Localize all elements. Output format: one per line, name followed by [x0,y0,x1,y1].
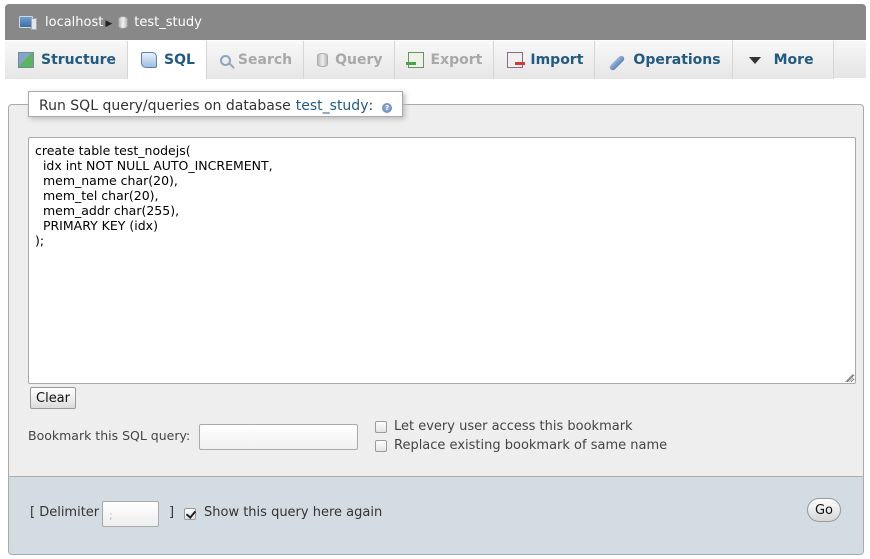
tab-structure[interactable]: Structure [5,41,129,79]
show-again-label: Show this query here again [204,505,383,520]
breadcrumb-separator-icon: ▶ [105,19,113,29]
panel-legend: Run SQL query/queries on database test_s… [28,91,404,117]
server-icon [19,16,37,30]
option-replace-bookmark[interactable]: Replace existing bookmark of same name [375,438,667,453]
tab-export-label: Export [430,52,483,68]
resize-handle[interactable] [845,374,853,382]
export-icon [405,52,424,68]
delimiter-close: ] [169,505,175,520]
sql-query-textarea[interactable]: create table test_nodejs( idx int NOT NU… [28,137,856,384]
bookmark-label: Bookmark this SQL query: [28,428,191,443]
database-icon [118,15,129,29]
tab-search[interactable]: Search [206,41,305,79]
tab-operations[interactable]: Operations [595,41,733,79]
tab-export[interactable]: Export [394,41,495,79]
tab-operations-label: Operations [633,52,721,68]
structure-icon [18,52,34,68]
breadcrumb-database[interactable]: test_study [118,15,202,30]
tab-query-label: Query [335,52,383,68]
breadcrumb-server-label[interactable]: localhost [45,15,103,30]
tab-bar: Structure SQL Search Query Export Import… [5,40,866,79]
share-bookmark-label: Let every user access this bookmark [394,419,633,434]
query-icon [317,53,329,67]
go-button[interactable]: Go [807,498,841,522]
option-share-bookmark[interactable]: Let every user access this bookmark [375,419,633,434]
tab-structure-label: Structure [41,52,117,68]
share-bookmark-checkbox[interactable] [375,420,387,433]
triangle-down-icon [748,56,761,64]
replace-bookmark-checkbox[interactable] [375,439,387,452]
tab-more-label: More [773,52,814,68]
tab-search-label: Search [237,52,293,68]
tab-sql[interactable]: SQL [128,41,207,79]
legend-database-link[interactable]: test_study [296,98,369,114]
tab-import-label: Import [530,52,584,68]
operations-icon [608,54,626,71]
import-icon [507,52,526,68]
sql-icon [141,52,158,68]
replace-bookmark-label: Replace existing bookmark of same name [394,438,668,453]
tab-query[interactable]: Query [304,41,395,79]
bookmark-input[interactable] [199,424,358,450]
tab-sql-label: SQL [164,52,195,68]
clear-button[interactable]: Clear [30,387,76,409]
delimiter-label: [ Delimiter [30,505,100,520]
tab-more[interactable]: More [732,41,834,79]
legend-prefix: Run SQL query/queries on database [39,98,291,114]
search-icon [219,54,231,66]
help-icon[interactable]: ? [382,103,393,113]
breadcrumb-database-label[interactable]: test_study [134,15,202,30]
breadcrumb: localhost ▶ test_study [5,4,866,40]
delimiter-input[interactable]: ; [102,501,159,527]
show-again-checkbox[interactable] [184,508,196,520]
legend-suffix: : [368,98,374,114]
tab-import[interactable]: Import [494,41,596,79]
breadcrumb-server[interactable]: localhost [19,15,103,30]
